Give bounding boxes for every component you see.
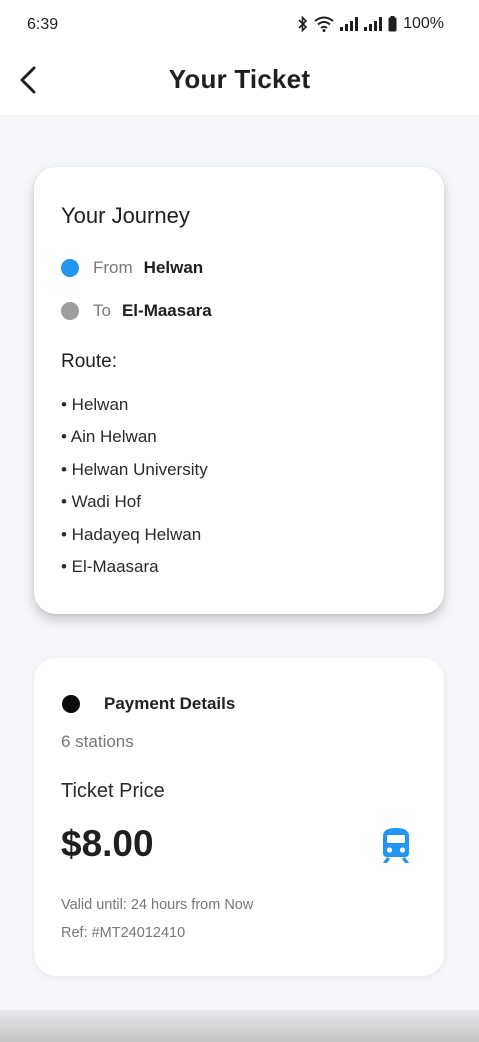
route-heading: Route: [61, 351, 117, 372]
origin-row: From Helwan [61, 258, 203, 278]
signal-icon [364, 17, 383, 31]
ticket-reference: Ref: #MT24012410 [61, 925, 186, 941]
route-stop: • Ain Helwan [61, 427, 157, 447]
from-label: From [93, 258, 133, 277]
valid-until: Valid until: 24 hours from Now [61, 897, 254, 913]
payment-header: Payment Details [62, 694, 235, 714]
status-icons: 100% [298, 15, 444, 33]
wifi-icon [314, 16, 334, 32]
status-bar: 6:39 100% [0, 0, 479, 52]
station-count: 6 stations [61, 732, 134, 751]
status-time: 6:39 [27, 16, 59, 33]
origin-dot-icon [61, 259, 79, 277]
destination-row: To El-Maasara [61, 301, 212, 321]
price-label: Ticket Price [61, 780, 165, 802]
page-title: Your Ticket [168, 64, 311, 94]
signal-icon [340, 17, 359, 31]
to-label: To [93, 301, 111, 320]
destination-station: El-Maasara [121, 301, 212, 320]
ticket-price: $8.00 [61, 823, 154, 864]
journey-title: Your Journey [61, 203, 190, 228]
journey-card: Your Journey From Helwan To El-Maasara R… [34, 167, 444, 614]
app-bar: 6:39 100% Your Ticket [0, 0, 479, 115]
route-stop: • Hadayeq Helwan [61, 524, 202, 544]
battery-percent: 100% [403, 15, 444, 32]
train-icon [383, 828, 409, 863]
payment-dot-icon [62, 695, 80, 713]
route-stop: • Helwan [61, 395, 129, 414]
battery-icon [388, 16, 397, 32]
route-list: • Helwan • Ain Helwan • Helwan Universit… [61, 394, 208, 588]
bottom-navigation-shadow [0, 1010, 479, 1042]
payment-title: Payment Details [104, 694, 236, 713]
route-stop: • Wadi Hof [61, 492, 141, 512]
destination-dot-icon [61, 302, 79, 320]
bluetooth-icon [298, 16, 308, 32]
route-stop: • Helwan University [61, 459, 208, 479]
origin-station: Helwan [143, 258, 204, 277]
payment-card: Payment Details 6 stations Ticket Price … [34, 658, 444, 976]
route-stop: • El-Maasara [61, 556, 159, 576]
